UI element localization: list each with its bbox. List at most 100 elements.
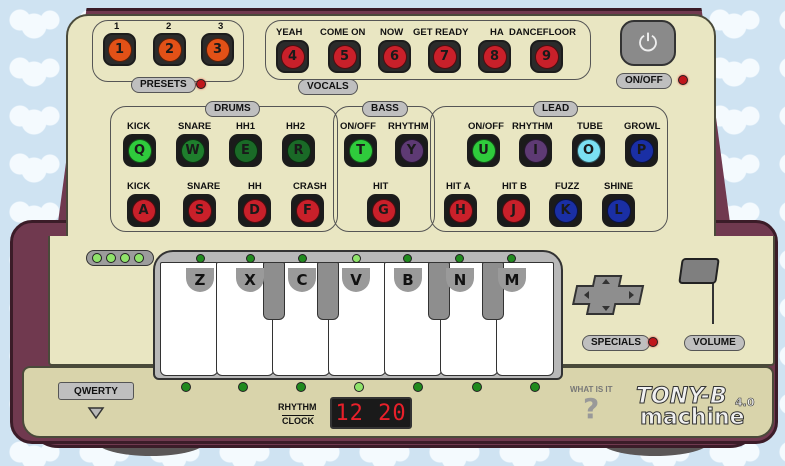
drum-key-s[interactable]: S	[183, 194, 216, 227]
vocal-key-7-glyph: 7	[432, 44, 457, 69]
vocal-key-5[interactable]: 5	[328, 40, 361, 73]
piano-black-key-2[interactable]	[317, 262, 339, 320]
bass-key-y-glyph: Y	[399, 138, 424, 163]
preset-key-3[interactable]: 3	[201, 33, 234, 66]
vocal-name-ha: HA	[490, 27, 504, 38]
step-led-4	[354, 382, 364, 392]
lead-key-l[interactable]: L	[602, 194, 635, 227]
drum-key-r-glyph: R	[286, 138, 311, 163]
vocal-key-8-glyph: 8	[482, 44, 507, 69]
lead-key-p[interactable]: P	[625, 134, 658, 167]
vocal-key-6-glyph: 6	[382, 44, 407, 69]
drum-name-hh1: HH1	[236, 121, 256, 132]
vocal-key-9-glyph: 9	[534, 44, 559, 69]
vocal-key-7[interactable]: 7	[428, 40, 461, 73]
specials-indicator-led	[648, 337, 658, 347]
vocal-key-4[interactable]: 4	[276, 40, 309, 73]
drums-label: DRUMS	[205, 101, 260, 117]
brand-version: 4.0	[735, 396, 755, 410]
drum-key-q-glyph: Q	[127, 138, 152, 163]
bass-key-y[interactable]: Y	[395, 134, 428, 167]
bass-key-g[interactable]: G	[367, 194, 400, 227]
power-label: ON/OFF	[616, 73, 672, 89]
volume-slider-track[interactable]	[712, 282, 714, 324]
rhythm-clock-label-line2: CLOCK	[282, 416, 314, 426]
vocal-key-6[interactable]: 6	[378, 40, 411, 73]
preset-number-2: 2	[166, 21, 172, 32]
lead-name-hit-b: HIT B	[502, 181, 527, 192]
piano-key-led-c	[298, 254, 307, 263]
lead-key-h[interactable]: H	[444, 194, 477, 227]
preset-key-3-glyph: 3	[205, 37, 230, 62]
specials-label: SPECIALS	[582, 335, 651, 351]
vocal-key-8[interactable]: 8	[478, 40, 511, 73]
drum-key-w[interactable]: W	[176, 134, 209, 167]
lead-key-i[interactable]: I	[519, 134, 552, 167]
bass-key-t-glyph: T	[348, 138, 373, 163]
qwerty-button[interactable]: QWERTY	[58, 382, 134, 400]
vocal-key-5-glyph: 5	[332, 44, 357, 69]
step-led-6	[472, 382, 482, 392]
lead-key-i-glyph: I	[523, 138, 548, 163]
vocal-key-9[interactable]: 9	[530, 40, 563, 73]
power-button[interactable]: ⏻	[620, 20, 676, 66]
preset-key-2-glyph: 2	[157, 37, 182, 62]
lead-key-p-glyph: P	[629, 138, 654, 163]
piano-black-key-1[interactable]	[263, 262, 285, 320]
beat-led-4	[134, 253, 144, 263]
preset-number-1: 1	[114, 21, 120, 32]
lead-label: LEAD	[533, 101, 579, 117]
piano-key-led-n	[455, 254, 464, 263]
preset-key-2[interactable]: 2	[153, 33, 186, 66]
lead-name-on-off: ON/OFF	[468, 121, 504, 132]
drum-name-hh2: HH2	[286, 121, 306, 132]
lead-key-u[interactable]: U	[467, 134, 500, 167]
vocal-name-get-ready: GET READY	[413, 27, 469, 38]
drum-key-f[interactable]: F	[291, 194, 324, 227]
drum-key-w-glyph: W	[180, 138, 205, 163]
beat-led-1	[92, 253, 102, 263]
lead-name-growl: GROWL	[624, 121, 661, 132]
bass-name-hit: HIT	[373, 181, 389, 192]
preset-key-1[interactable]: 1	[103, 33, 136, 66]
drum-key-q[interactable]: Q	[123, 134, 156, 167]
rhythm-clock-value: 12 20	[335, 400, 407, 426]
lead-key-o[interactable]: O	[572, 134, 605, 167]
drum-name-hh: HH	[248, 181, 262, 192]
step-led-1	[181, 382, 191, 392]
lead-name-hit-a: HIT A	[446, 181, 471, 192]
lead-key-j-glyph: J	[501, 198, 526, 223]
step-led-5	[413, 382, 423, 392]
drum-key-f-glyph: F	[295, 198, 320, 223]
drum-key-s-glyph: S	[187, 198, 212, 223]
lead-key-u-glyph: U	[471, 138, 496, 163]
drum-key-a[interactable]: A	[127, 194, 160, 227]
lead-key-h-glyph: H	[448, 198, 473, 223]
drum-key-d[interactable]: D	[238, 194, 271, 227]
lead-key-j[interactable]: J	[497, 194, 530, 227]
brand-subtitle: machine	[640, 405, 746, 431]
qwerty-dropdown-icon[interactable]	[87, 406, 105, 420]
step-led-2	[238, 382, 248, 392]
vocal-name-come-on: COME ON	[320, 27, 366, 38]
lead-key-l-glyph: L	[606, 198, 631, 223]
lead-key-k[interactable]: K	[549, 194, 582, 227]
bass-name-rhythm: RHYTHM	[388, 121, 429, 132]
lead-name-fuzz: FUZZ	[555, 181, 580, 192]
drum-key-e[interactable]: E	[229, 134, 262, 167]
drum-key-r[interactable]: R	[282, 134, 315, 167]
volume-slider-handle[interactable]	[678, 258, 720, 284]
vocal-key-4-glyph: 4	[280, 44, 305, 69]
bass-key-g-glyph: G	[371, 198, 396, 223]
lead-key-k-glyph: K	[553, 198, 578, 223]
qwerty-label: QWERTY	[74, 385, 118, 397]
rhythm-clock-label-line1: RHYTHM	[278, 402, 317, 412]
bass-key-t[interactable]: T	[344, 134, 377, 167]
preset-number-3: 3	[218, 21, 224, 32]
dpad-icon[interactable]	[570, 272, 650, 318]
bass-label: BASS	[362, 101, 408, 117]
help-question-icon[interactable]: ?	[583, 392, 599, 425]
piano-key-led-m	[507, 254, 516, 263]
piano-key-led-b	[403, 254, 412, 263]
vocal-name-yeah: YEAH	[276, 27, 303, 38]
